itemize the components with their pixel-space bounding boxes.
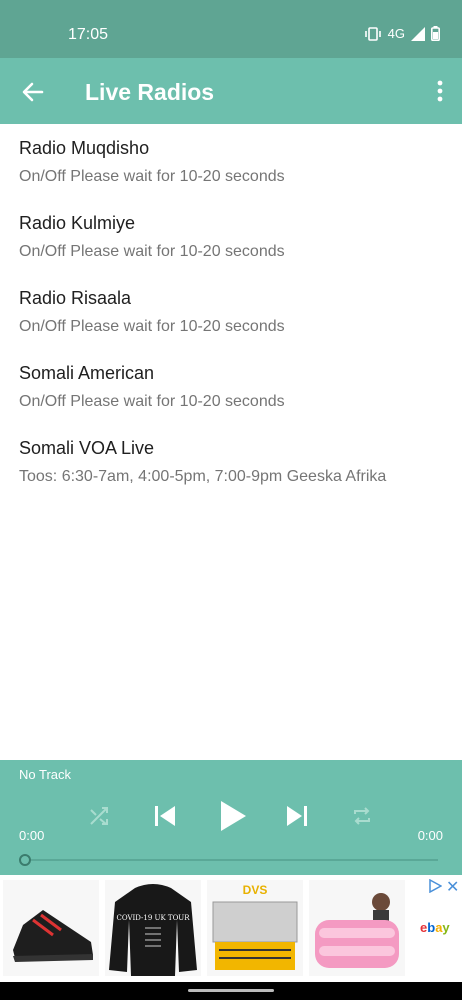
arrow-left-icon — [22, 82, 44, 102]
ad-choices-button[interactable] — [428, 878, 443, 898]
back-button[interactable] — [18, 77, 48, 107]
seek-bar[interactable] — [25, 859, 438, 861]
ad-banner[interactable]: COVID-19 UK TOUR DVS ✕ ebay — [0, 875, 462, 982]
status-time: 17:05 — [68, 26, 109, 43]
ad-choices-icon — [429, 878, 443, 894]
list-item[interactable]: Radio Risaala On/Off Please wait for 10-… — [0, 274, 462, 349]
elapsed-time: 0:00 — [19, 828, 45, 843]
page-title: Live Radios — [85, 79, 215, 105]
more-vert-icon — [437, 80, 443, 102]
toolbox-brand: DVS — [243, 883, 268, 897]
battery-icon — [431, 26, 440, 41]
list-item[interactable]: Somali VOA Live Toos: 6:30-7am, 4:00-5pm… — [0, 424, 462, 499]
radio-list: Radio Muqdisho On/Off Please wait for 10… — [0, 124, 462, 499]
ad-close-button[interactable]: ✕ — [446, 877, 459, 897]
radio-subtitle: Toos: 6:30-7am, 4:00-5pm, 7:00-9pm Geesk… — [19, 468, 387, 485]
radio-subtitle: On/Off Please wait for 10-20 seconds — [19, 168, 285, 185]
radio-subtitle: On/Off Please wait for 10-20 seconds — [19, 318, 285, 335]
shoe-image — [3, 880, 99, 976]
previous-button[interactable] — [153, 804, 177, 833]
next-button[interactable] — [285, 804, 309, 833]
radio-name: Radio Muqdisho — [19, 138, 150, 158]
skip-next-icon — [287, 806, 307, 826]
shuffle-icon — [90, 807, 108, 825]
radio-name: Radio Kulmiye — [19, 213, 136, 233]
seek-handle[interactable] — [19, 854, 31, 866]
ad-product-bathtub[interactable] — [309, 880, 405, 976]
radio-name: Somali American — [19, 363, 155, 383]
duration-time: 0:00 — [417, 828, 443, 843]
hoodie-text: COVID-19 UK TOUR — [117, 914, 191, 922]
signal-icon — [411, 26, 425, 41]
hoodie-image: COVID-19 UK TOUR — [105, 880, 201, 976]
radio-subtitle: On/Off Please wait for 10-20 seconds — [19, 393, 285, 410]
status-bar: 17:05 4G — [0, 0, 462, 58]
network-type: 4G — [387, 26, 405, 41]
radio-subtitle: On/Off Please wait for 10-20 seconds — [19, 243, 285, 260]
ebay-logo[interactable]: ebay — [420, 920, 450, 935]
repeat-icon — [354, 807, 370, 825]
media-player: No Track 0:00 0:00 — [0, 760, 462, 875]
home-gesture-handle[interactable] — [188, 989, 274, 992]
track-name: No Track — [19, 767, 72, 782]
skip-previous-icon — [155, 806, 175, 826]
vibrate-icon — [364, 26, 381, 41]
toolbox-image: DVS — [207, 880, 303, 976]
ad-product-hoodie[interactable]: COVID-19 UK TOUR — [105, 880, 201, 976]
shuffle-button[interactable] — [88, 805, 110, 832]
play-button[interactable] — [219, 800, 247, 837]
radio-name: Radio Risaala — [19, 288, 132, 308]
list-item[interactable]: Radio Muqdisho On/Off Please wait for 10… — [0, 124, 462, 199]
status-icons: 4G — [364, 26, 440, 41]
system-nav-bar — [0, 982, 462, 1000]
list-item[interactable]: Somali American On/Off Please wait for 1… — [0, 349, 462, 424]
bathtub-image — [309, 880, 405, 976]
list-item[interactable]: Radio Kulmiye On/Off Please wait for 10-… — [0, 199, 462, 274]
overflow-menu-button[interactable] — [434, 78, 446, 104]
radio-name: Somali VOA Live — [19, 438, 155, 458]
ad-product-toolbox[interactable]: DVS — [207, 880, 303, 976]
play-icon — [221, 801, 246, 831]
ad-product-shoe[interactable] — [3, 880, 99, 976]
repeat-button[interactable] — [351, 805, 373, 832]
app-bar: Live Radios — [0, 58, 462, 124]
